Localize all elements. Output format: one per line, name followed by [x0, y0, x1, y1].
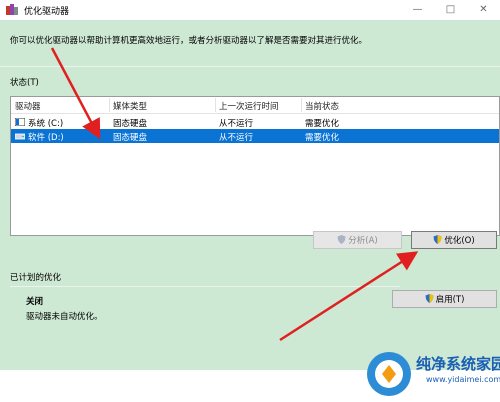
watermark-text: 纯净系统家园 [416, 355, 500, 373]
annotation-arrow [279, 251, 419, 342]
annotation-arrow [50, 47, 101, 140]
watermark-url: www.yidaimei.com [426, 375, 500, 384]
watermark: 纯净系统家园 www.yidaimei.com [360, 347, 500, 402]
annotation-arrows [50, 47, 419, 342]
watermark-logo-icon [367, 352, 411, 396]
